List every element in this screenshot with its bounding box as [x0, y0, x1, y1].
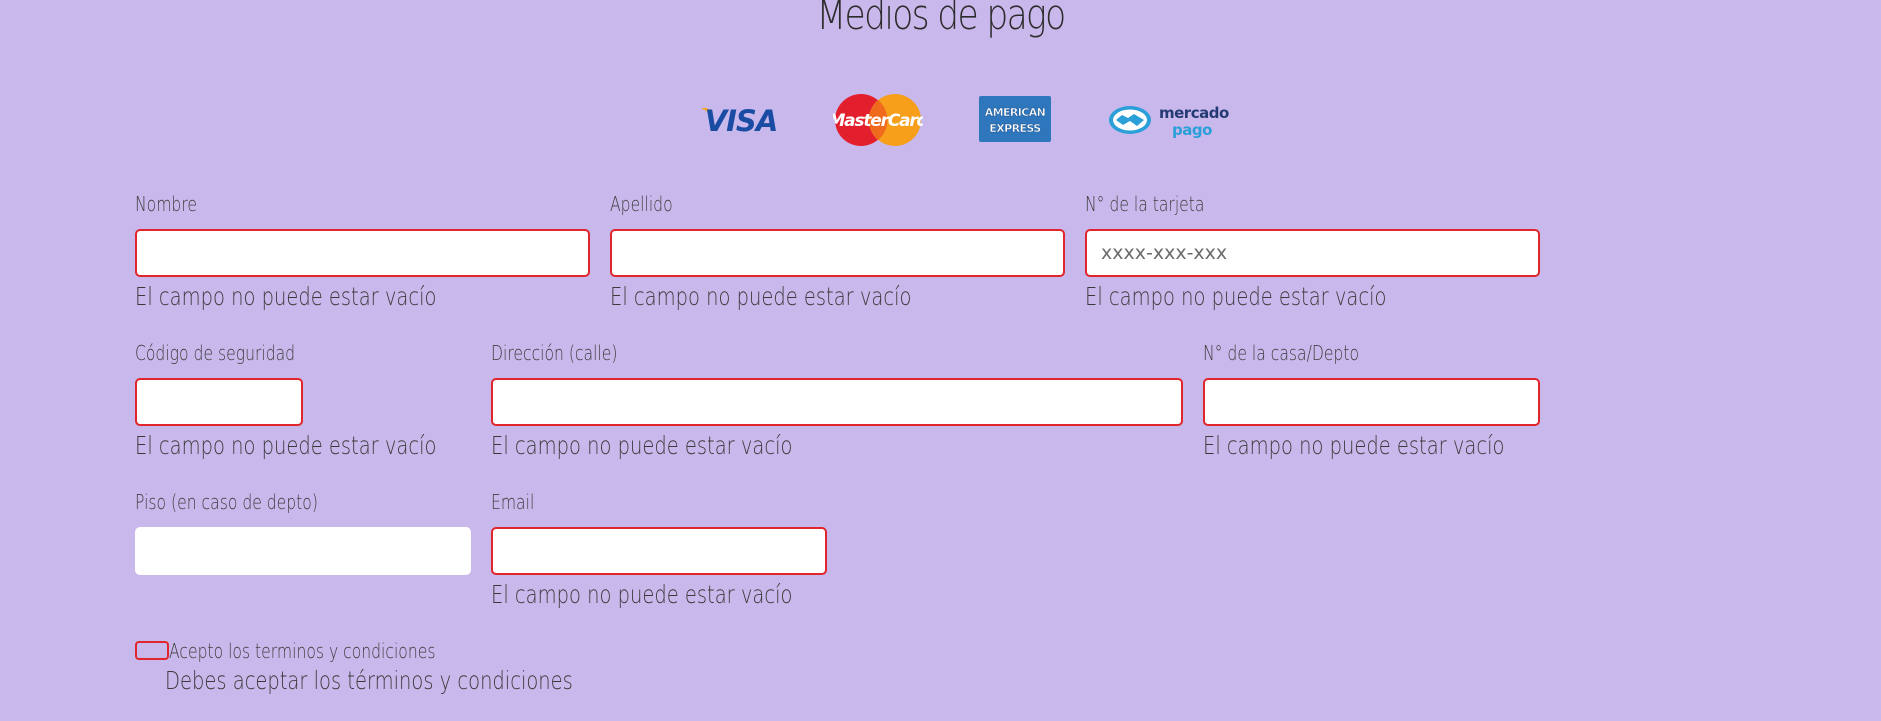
amex-text-bottom: EXPRESS	[989, 122, 1041, 135]
codigo-label: Código de seguridad	[135, 341, 296, 365]
nombre-error: El campo no puede estar vacío	[135, 282, 437, 311]
tarjeta-label: N° de la tarjeta	[1085, 192, 1205, 216]
apellido-error: El campo no puede estar vacío	[610, 282, 912, 311]
house-number-input[interactable]	[1203, 378, 1540, 426]
mastercard-text: MasterCard	[833, 111, 923, 131]
mercadopago-logo: mercado pago	[1109, 104, 1229, 139]
amex-text-top: AMERICAN	[985, 106, 1046, 119]
security-code-input[interactable]	[135, 378, 303, 426]
email-input[interactable]	[491, 527, 827, 575]
direccion-error: El campo no puede estar vacío	[491, 431, 793, 460]
field-casa: N° de la casa/Depto El campo no puede es…	[1203, 341, 1540, 461]
field-email: Email El campo no puede estar vacío	[491, 490, 827, 610]
piso-label: Piso (en caso de depto)	[135, 490, 318, 514]
field-nombre: Nombre El campo no puede estar vacío	[135, 192, 590, 312]
casa-error: El campo no puede estar vacío	[1203, 431, 1505, 460]
field-direccion: Dirección (calle) El campo no puede esta…	[491, 341, 1183, 461]
tarjeta-error: El campo no puede estar vacío	[1085, 282, 1387, 311]
mastercard-logo: MasterCard	[833, 94, 923, 146]
terms-error: Debes aceptar los términos y condiciones	[165, 666, 573, 695]
terms-label[interactable]: Acepto los terminos y condiciones	[169, 638, 435, 664]
terms-checkbox[interactable]	[135, 641, 169, 660]
floor-input[interactable]	[135, 527, 471, 575]
visa-logo: VISA	[702, 104, 778, 138]
email-label: Email	[491, 490, 535, 514]
apellido-label: Apellido	[610, 192, 673, 216]
amex-logo: AMERICAN EXPRESS	[979, 96, 1051, 142]
field-apellido: Apellido El campo no puede estar vacío	[610, 192, 1065, 312]
field-tarjeta: N° de la tarjeta El campo no puede estar…	[1085, 192, 1540, 312]
street-input[interactable]	[491, 378, 1183, 426]
payment-logos: VISA MasterCard AMERICAN EXPRESS mercado…	[0, 92, 1881, 148]
codigo-error: El campo no puede estar vacío	[135, 431, 437, 460]
casa-label: N° de la casa/Depto	[1203, 341, 1359, 365]
page-title: Medios de pago	[816, 0, 1066, 39]
direccion-label: Dirección (calle)	[491, 341, 618, 365]
email-error: El campo no puede estar vacío	[491, 580, 793, 609]
card-number-input[interactable]	[1085, 229, 1540, 277]
mercadopago-text-top: mercado	[1159, 104, 1229, 122]
visa-text: VISA	[705, 104, 778, 138]
apellido-input[interactable]	[610, 229, 1065, 277]
field-codigo: Código de seguridad El campo no puede es…	[135, 341, 437, 461]
mercadopago-text-bottom: pago	[1172, 121, 1212, 139]
nombre-label: Nombre	[135, 192, 197, 216]
nombre-input[interactable]	[135, 229, 590, 277]
amex-box	[979, 96, 1051, 142]
field-piso: Piso (en caso de depto)	[135, 490, 471, 575]
